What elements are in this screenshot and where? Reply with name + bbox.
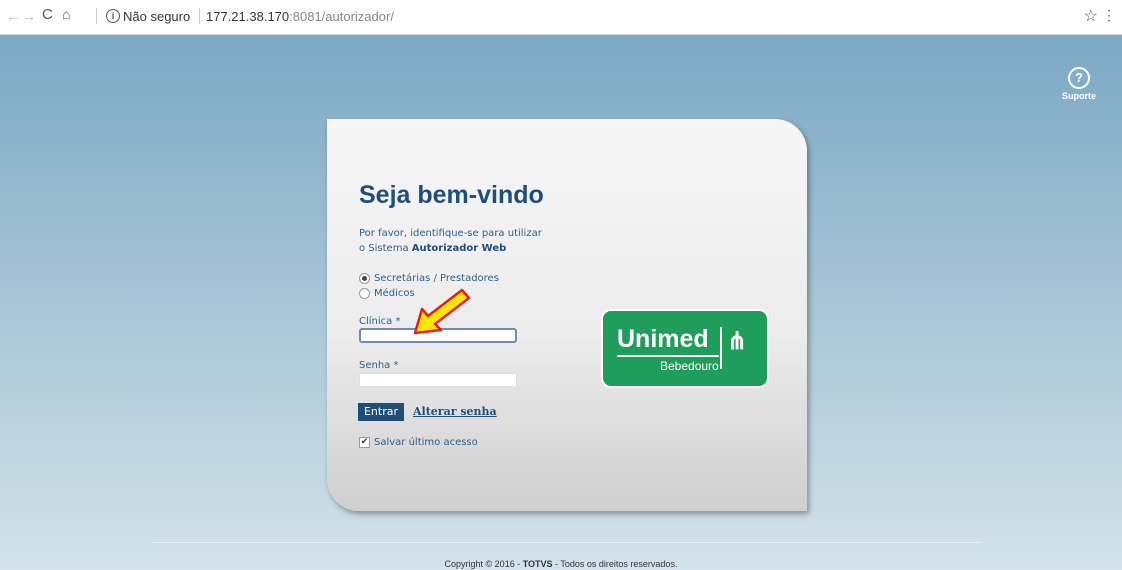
address-bar[interactable]: 177.21.38.170:8081/autorizador/: [206, 9, 394, 24]
footer-company: TOTVS: [522, 559, 553, 569]
browser-menu-icon[interactable]: ⋮: [1102, 7, 1116, 24]
logo-underline: [617, 355, 719, 357]
radio-label-secretarias: Secretárias / Prestadores: [374, 273, 499, 284]
intro-line-1: Por favor, identifique-se para utilizar: [359, 228, 542, 239]
browser-toolbar: ← → C ⌂ i Não seguro 177.21.38.170:8081/…: [0, 0, 1122, 35]
toolbar-divider: [96, 8, 97, 24]
logo-city: Bebedouro: [660, 359, 719, 373]
footer-suffix: - Todos os direitos reservados.: [552, 559, 678, 569]
senha-label: Senha *: [359, 360, 399, 371]
radio-button-selected[interactable]: [359, 273, 370, 284]
clinica-label: Clínica *: [359, 316, 401, 327]
home-icon[interactable]: ⌂: [62, 6, 70, 22]
radio-label-medicos: Médicos: [374, 288, 415, 299]
unimed-logo: Unimed Bebedouro ⋔: [601, 309, 769, 388]
page-title: Seja bem-vindo: [359, 181, 544, 209]
support-button[interactable]: ? Suporte: [1062, 67, 1096, 101]
reload-icon[interactable]: C: [42, 6, 53, 23]
radio-button[interactable]: [359, 288, 370, 299]
radio-secretarias[interactable]: Secretárias / Prestadores: [359, 273, 499, 284]
bookmark-star-icon[interactable]: ☆: [1084, 6, 1098, 26]
senha-input[interactable]: [359, 373, 517, 387]
intro-text: Por favor, identifique-se para utilizar …: [359, 226, 542, 256]
support-label: Suporte: [1061, 91, 1096, 101]
entrar-button[interactable]: Entrar: [358, 403, 404, 421]
footer-prefix: Copyright © 2016 -: [444, 559, 523, 569]
forward-icon[interactable]: →: [22, 8, 36, 24]
save-access-checkbox-row[interactable]: ✔ Salvar último acesso: [359, 437, 478, 448]
login-card: Seja bem-vindo Por favor, identifique-se…: [327, 119, 807, 511]
logo-brand: Unimed: [617, 325, 709, 353]
url-host: 177.21.38.170: [206, 9, 290, 24]
save-access-checkbox[interactable]: ✔: [359, 437, 370, 448]
address-divider: [199, 8, 200, 24]
help-icon: ?: [1067, 67, 1090, 89]
system-name: Autorizador Web: [411, 243, 507, 254]
footer-divider: [152, 542, 982, 543]
page-background: ? Suporte Seja bem-vindo Por favor, iden…: [0, 35, 1122, 570]
info-icon[interactable]: i: [106, 9, 120, 23]
back-icon[interactable]: ←: [6, 8, 20, 24]
security-label[interactable]: Não seguro: [123, 9, 190, 24]
logo-divider: [720, 327, 722, 369]
intro-line-2-prefix: o Sistema: [359, 243, 412, 254]
unimed-symbol-icon: ⋔: [727, 328, 748, 355]
radio-medicos[interactable]: Médicos: [359, 288, 415, 299]
save-access-label: Salvar último acesso: [374, 437, 478, 448]
url-path: :8081/autorizador/: [289, 9, 394, 24]
annotation-arrow-icon: [413, 288, 471, 335]
footer-copyright: Copyright © 2016 - TOTVS - Todos os dire…: [0, 559, 1122, 569]
alterar-senha-link[interactable]: Alterar senha: [413, 405, 497, 418]
